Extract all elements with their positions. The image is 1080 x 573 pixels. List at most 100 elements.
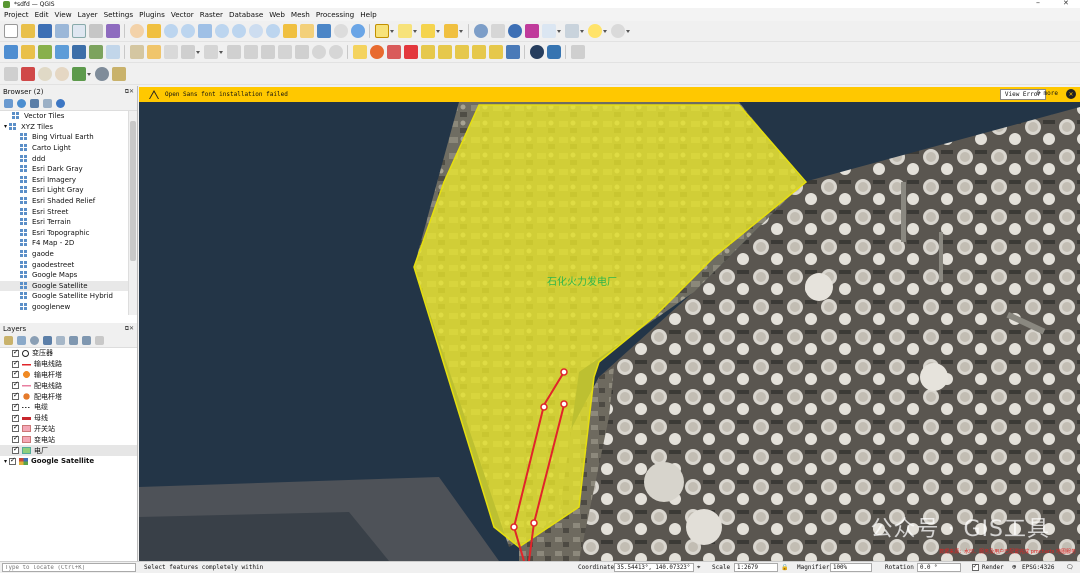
- add-database-icon[interactable]: [71, 45, 86, 59]
- zoom-layer-icon[interactable]: [231, 24, 246, 38]
- browser-item[interactable]: Google Satellite Hybrid: [0, 291, 137, 302]
- zoom-full-icon[interactable]: [197, 24, 212, 38]
- save-project-icon[interactable]: [37, 24, 52, 38]
- browser-item[interactable]: Google Maps: [0, 270, 137, 281]
- menu-database[interactable]: Database: [229, 10, 263, 19]
- pan-to-selection-icon[interactable]: [146, 24, 161, 38]
- plugin-georef-icon[interactable]: [20, 66, 35, 81]
- layer-visibility-checkbox[interactable]: [12, 423, 19, 433]
- menu-web[interactable]: Web: [269, 10, 285, 19]
- plugin-extent-icon[interactable]: [71, 66, 86, 81]
- browser-scrollbar[interactable]: [128, 111, 137, 315]
- layer-styling-icon[interactable]: [4, 336, 13, 345]
- lock-scale-icon[interactable]: 🔒: [781, 564, 788, 571]
- select-location-dropdown-icon[interactable]: [458, 24, 464, 38]
- browser-item[interactable]: googlenew: [0, 302, 137, 313]
- undo-icon[interactable]: [311, 45, 326, 59]
- dock-close-icon[interactable]: ⧉✕: [125, 325, 134, 333]
- crs-label[interactable]: EPSG:4326: [1022, 564, 1055, 571]
- layer-row[interactable]: 配电杆塔: [0, 391, 137, 402]
- edit-pencil-icon[interactable]: [129, 45, 144, 59]
- menu-mesh[interactable]: Mesh: [291, 10, 310, 19]
- refresh-browser-icon[interactable]: [17, 99, 26, 108]
- menu-raster[interactable]: Raster: [200, 10, 223, 19]
- magnifier-field[interactable]: 100%: [830, 563, 872, 572]
- close-window-button[interactable]: ✕: [1063, 0, 1069, 7]
- menu-vector[interactable]: Vector: [171, 10, 194, 19]
- processing-toolbox-gear-icon[interactable]: [507, 24, 522, 38]
- collapse-all-layers-icon[interactable]: [82, 336, 91, 345]
- menu-edit[interactable]: Edit: [35, 10, 49, 19]
- save-edits-icon[interactable]: [163, 45, 178, 59]
- plugin-panel-icon[interactable]: [570, 45, 585, 59]
- browser-item[interactable]: gaode: [0, 249, 137, 260]
- layer-row[interactable]: 电缆: [0, 402, 137, 413]
- refresh-icon[interactable]: [350, 24, 365, 38]
- open-project-icon[interactable]: [20, 24, 35, 38]
- filter-icon[interactable]: [30, 99, 39, 108]
- browser-item[interactable]: Google Satellite: [0, 280, 137, 292]
- settings-dropdown-icon[interactable]: [625, 24, 631, 38]
- rotate-label-icon[interactable]: [437, 45, 452, 59]
- layer-visibility-checkbox[interactable]: [12, 369, 19, 379]
- rotation-field[interactable]: 0.0 °: [917, 563, 961, 572]
- digitize-icon[interactable]: [180, 45, 195, 59]
- layer-row[interactable]: 变压器: [0, 348, 137, 359]
- field-calculator-icon[interactable]: [541, 24, 556, 38]
- browser-item[interactable]: Esri Shaded Relief: [0, 196, 137, 207]
- plugin-globe-icon[interactable]: [94, 66, 109, 81]
- zoom-out-icon[interactable]: [180, 24, 195, 38]
- layer-row[interactable]: 电厂: [0, 445, 137, 456]
- select-by-value-icon[interactable]: [397, 24, 412, 38]
- cut-features-icon[interactable]: [260, 45, 275, 59]
- menu-plugins[interactable]: Plugins: [139, 10, 165, 19]
- menu-settings[interactable]: Settings: [104, 10, 133, 19]
- statistics-sigma-icon[interactable]: [524, 24, 539, 38]
- measure-dropdown-icon[interactable]: [579, 24, 585, 38]
- paste-features-icon[interactable]: [294, 45, 309, 59]
- new-project-icon[interactable]: [3, 24, 18, 38]
- select-features-icon[interactable]: [374, 24, 389, 38]
- digitize-dropdown-icon[interactable]: [195, 45, 201, 59]
- layer-row[interactable]: 输电杆塔: [0, 369, 137, 381]
- scrollbar-thumb[interactable]: [130, 121, 136, 261]
- add-group-icon[interactable]: [17, 336, 26, 345]
- layer-visibility-checkbox[interactable]: [12, 359, 19, 368]
- scale-field[interactable]: 1:2679: [734, 563, 778, 572]
- save-as-icon[interactable]: [54, 24, 69, 38]
- crs-globe-icon[interactable]: ⊕: [1012, 563, 1016, 571]
- identify-icon[interactable]: [473, 24, 488, 38]
- layer-visibility-checkbox[interactable]: [12, 445, 19, 455]
- menu-project[interactable]: Project: [4, 10, 29, 19]
- more-messages-link[interactable]: 0 more: [1036, 90, 1058, 97]
- add-delimited-icon[interactable]: [105, 45, 120, 59]
- plugin-extent-dropdown-icon[interactable]: [86, 67, 92, 81]
- minimize-button[interactable]: –: [1036, 0, 1040, 7]
- pin-labels-icon[interactable]: [386, 45, 401, 59]
- delete-selected-icon[interactable]: [243, 45, 258, 59]
- browser-item[interactable]: Esri Topographic: [0, 228, 137, 239]
- calculator-dropdown-icon[interactable]: [556, 24, 562, 38]
- browser-item[interactable]: Esri Dark Gray: [0, 164, 137, 175]
- data-source-manager-icon[interactable]: [3, 45, 18, 59]
- copy-features-icon[interactable]: [277, 45, 292, 59]
- messages-icon[interactable]: 🗨: [1066, 564, 1074, 571]
- new-map-view-icon[interactable]: [299, 24, 314, 38]
- layer-visibility-checkbox[interactable]: [9, 456, 17, 465]
- attribute-table-icon[interactable]: [490, 24, 505, 38]
- zoom-last-icon[interactable]: [265, 24, 280, 38]
- select-dropdown-icon[interactable]: [389, 24, 395, 38]
- temporal-controller-icon[interactable]: [333, 24, 348, 38]
- filter-legend-icon[interactable]: [43, 336, 52, 345]
- zoom-in-icon[interactable]: [163, 24, 178, 38]
- deselect-icon[interactable]: [420, 24, 435, 38]
- layer-row[interactable]: 开关站: [0, 423, 137, 435]
- label-tool-icon[interactable]: [352, 45, 367, 59]
- plugin-zoom-icon[interactable]: [54, 66, 69, 81]
- zoom-next-icon[interactable]: [282, 24, 297, 38]
- zoom-native-icon[interactable]: [248, 24, 263, 38]
- zoom-selection-icon[interactable]: [214, 24, 229, 38]
- layer-visibility-checkbox[interactable]: [12, 413, 19, 422]
- layer-visibility-checkbox[interactable]: [12, 402, 19, 411]
- menu-layer[interactable]: Layer: [78, 10, 98, 19]
